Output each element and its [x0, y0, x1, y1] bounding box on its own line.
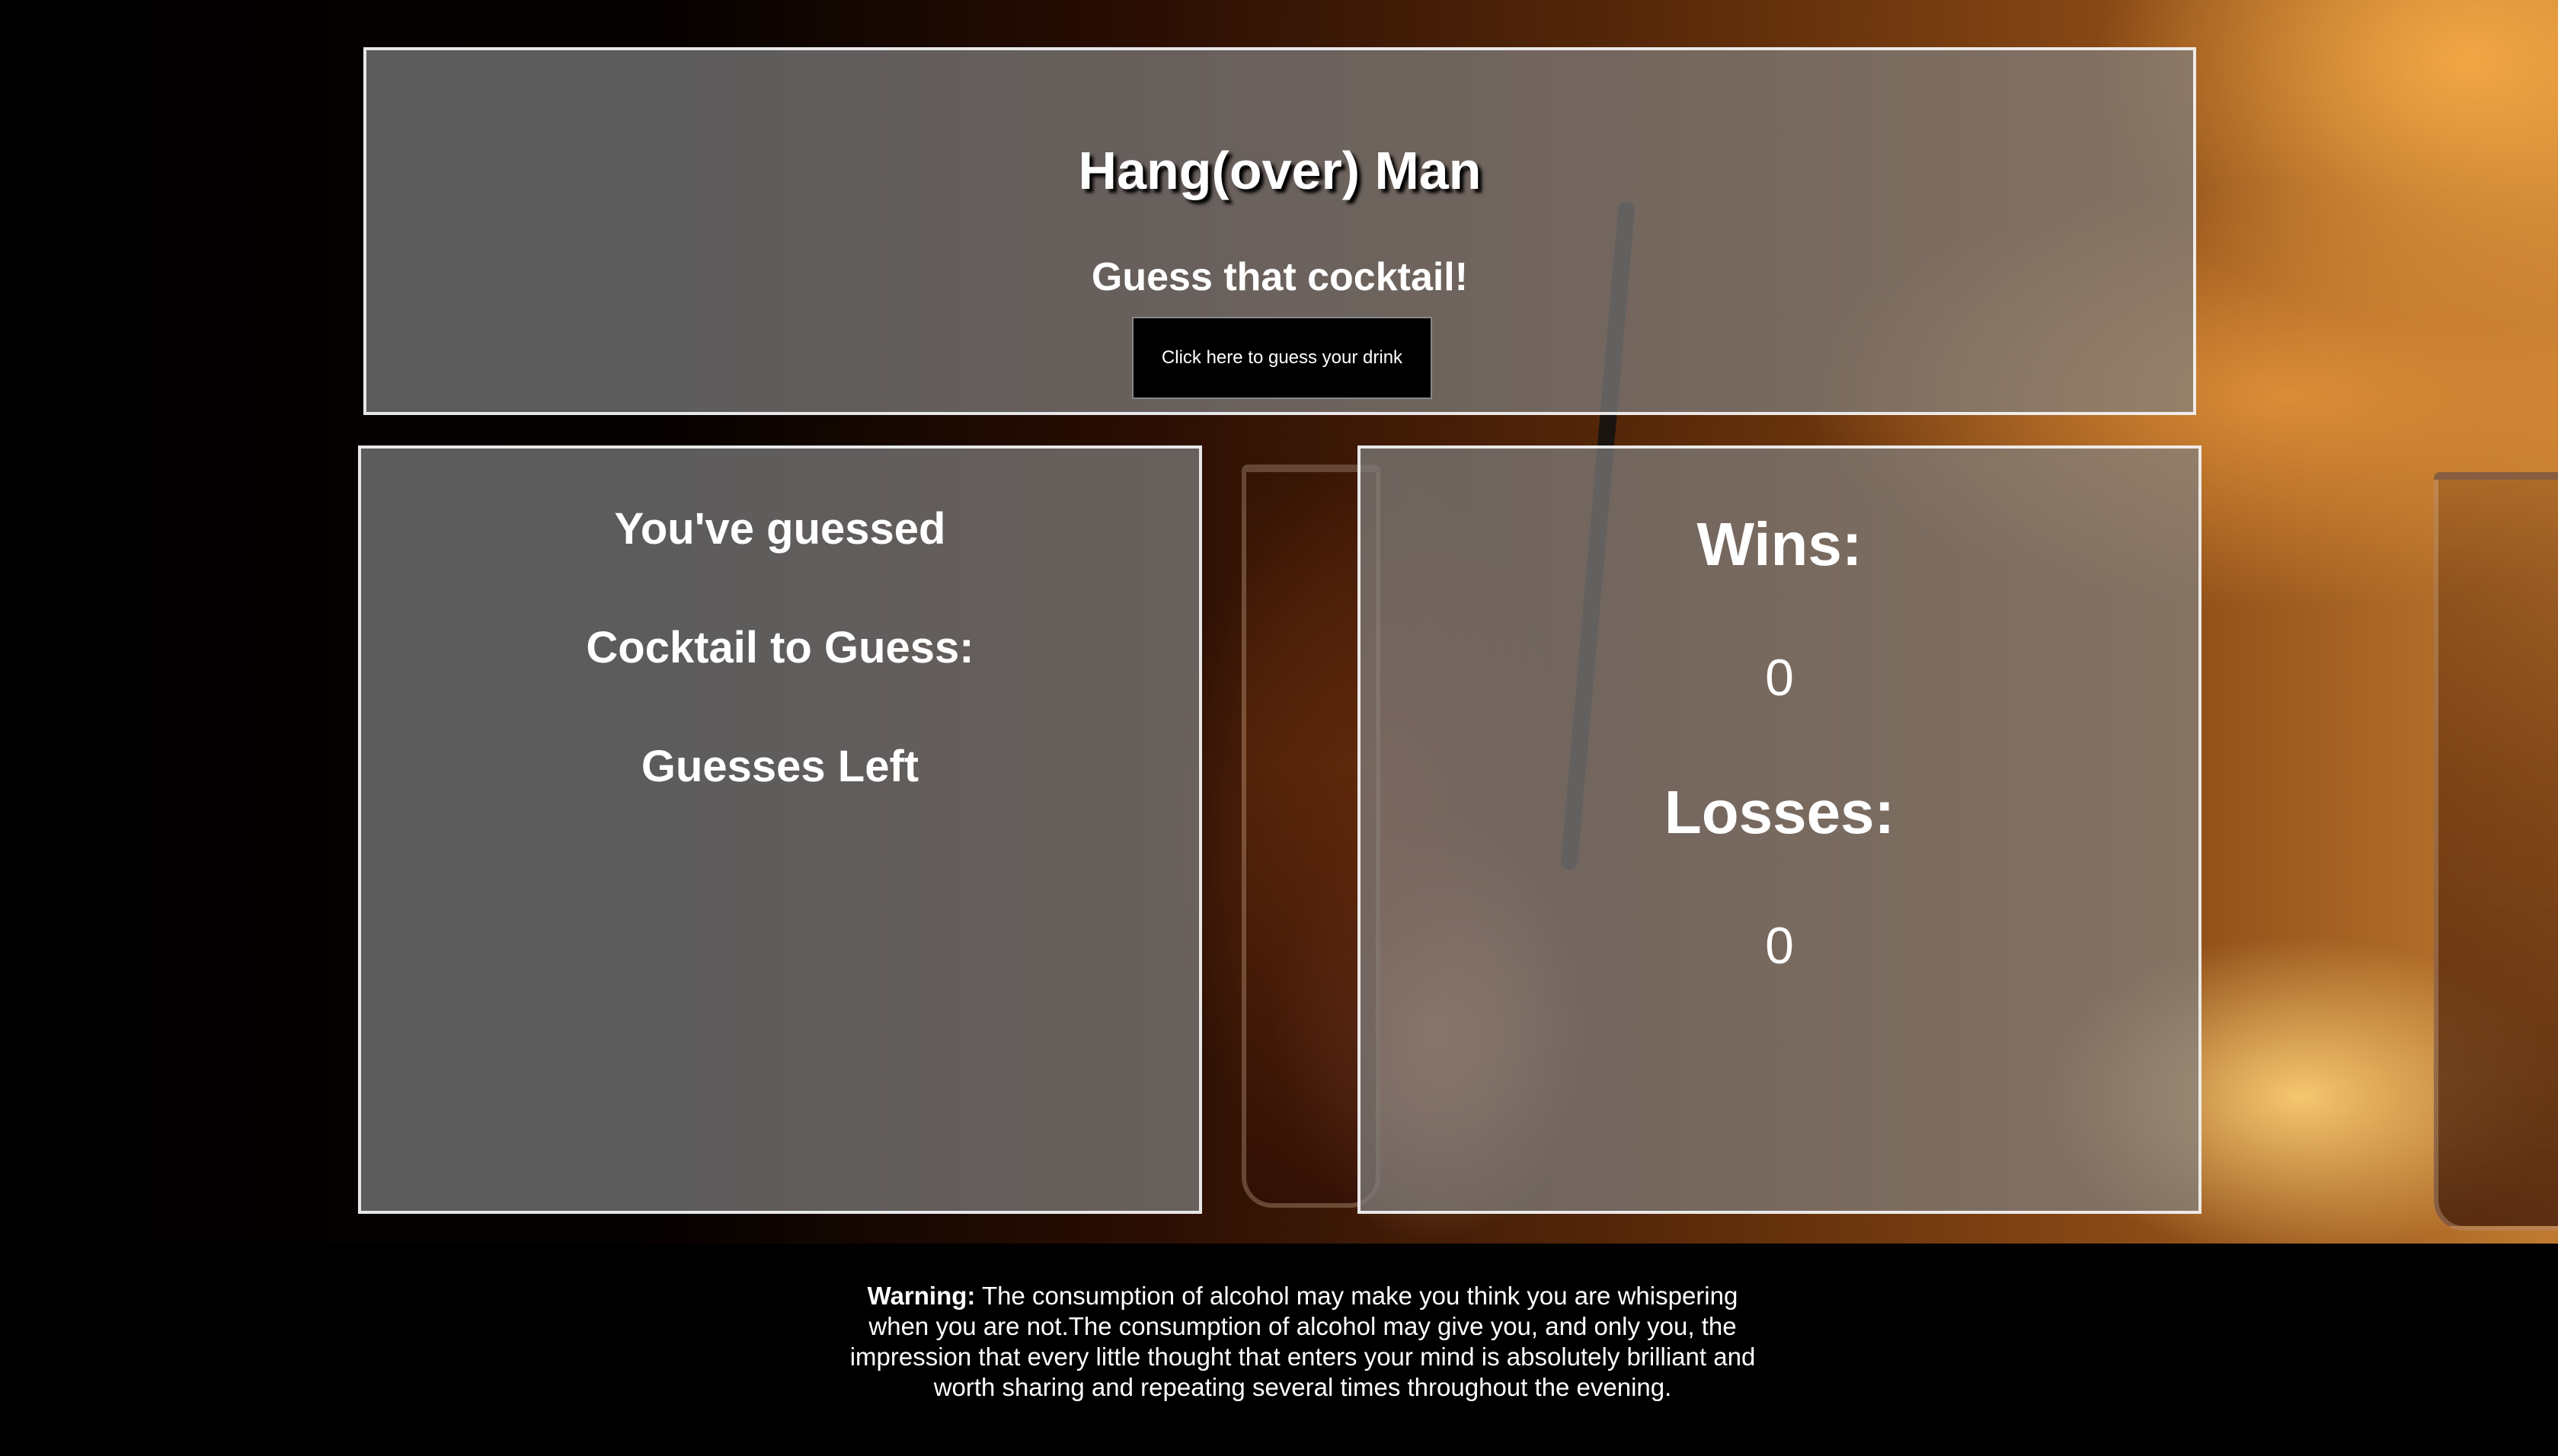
wins-label: Wins:	[1696, 510, 1863, 578]
scoreboard-panel: Wins: 0 Losses: 0	[1357, 445, 2201, 1214]
guesses-left-label: Guesses Left	[641, 742, 919, 791]
background-glass	[2434, 472, 2558, 1231]
page-title: Hang(over) Man	[1078, 141, 1482, 200]
alcohol-warning: Warning: The consumption of alcohol may …	[846, 1281, 1760, 1403]
guessed-letters-label: You've guessed	[614, 504, 946, 554]
losses-count: 0	[1765, 917, 1794, 975]
header-panel: Hang(over) Man Guess that cocktail! Clic…	[363, 47, 2196, 415]
page: Hang(over) Man Guess that cocktail! Clic…	[0, 0, 2558, 1456]
guess-drink-button[interactable]: Click here to guess your drink	[1132, 317, 1432, 399]
cocktail-to-guess-label: Cocktail to Guess:	[586, 623, 974, 672]
wins-count: 0	[1765, 649, 1794, 707]
warning-text: The consumption of alcohol may make you …	[849, 1282, 1756, 1401]
page-subtitle: Guess that cocktail!	[1091, 255, 1469, 299]
losses-label: Losses:	[1664, 778, 1895, 846]
game-panel: You've guessed Cocktail to Guess: Guesse…	[358, 445, 1202, 1214]
warning-label: Warning:	[867, 1282, 976, 1310]
